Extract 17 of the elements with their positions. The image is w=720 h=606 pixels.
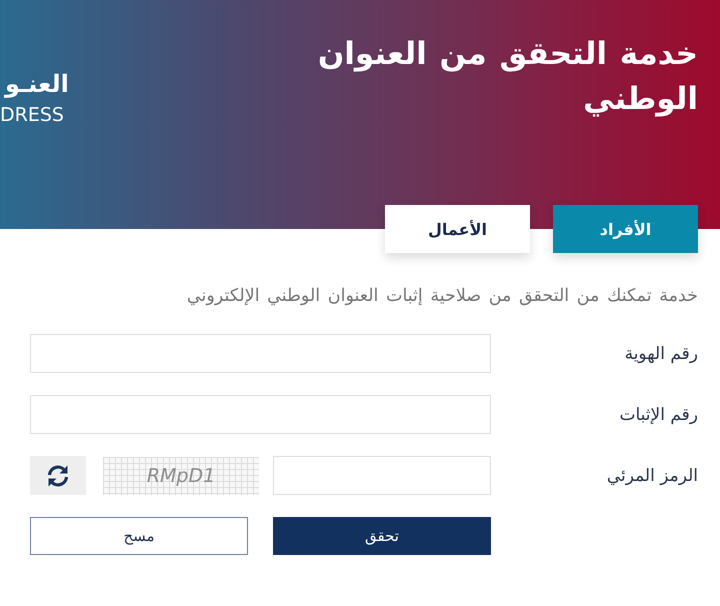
field-label: الرمز المرئي bbox=[606, 466, 698, 486]
verify-button[interactable]: تحقق bbox=[273, 517, 491, 555]
input-field[interactable] bbox=[30, 395, 491, 434]
field-label: رقم الإثبات bbox=[619, 404, 698, 424]
field-label: رقم الهوية bbox=[624, 344, 698, 364]
input-field[interactable] bbox=[30, 334, 491, 373]
refresh-button[interactable] bbox=[30, 456, 86, 495]
tab[interactable]: الأفراد bbox=[553, 205, 698, 253]
logo-text: العنـو bbox=[3, 69, 69, 100]
tab[interactable]: الأعمال bbox=[385, 205, 530, 253]
logo-text: DRESS bbox=[0, 103, 64, 128]
description-text: خدمة تمكنك من التحقق من صلاحية إثبات العنوان الوطني الإلكتروني bbox=[186, 285, 698, 308]
input-field[interactable] bbox=[273, 456, 491, 495]
page-title: خدمة التحقق من العنوان الوطني bbox=[316, 35, 698, 119]
refresh-icon bbox=[46, 464, 70, 486]
captcha-image: RMpD1 bbox=[103, 456, 259, 494]
clear-button[interactable]: مسح bbox=[30, 517, 248, 555]
